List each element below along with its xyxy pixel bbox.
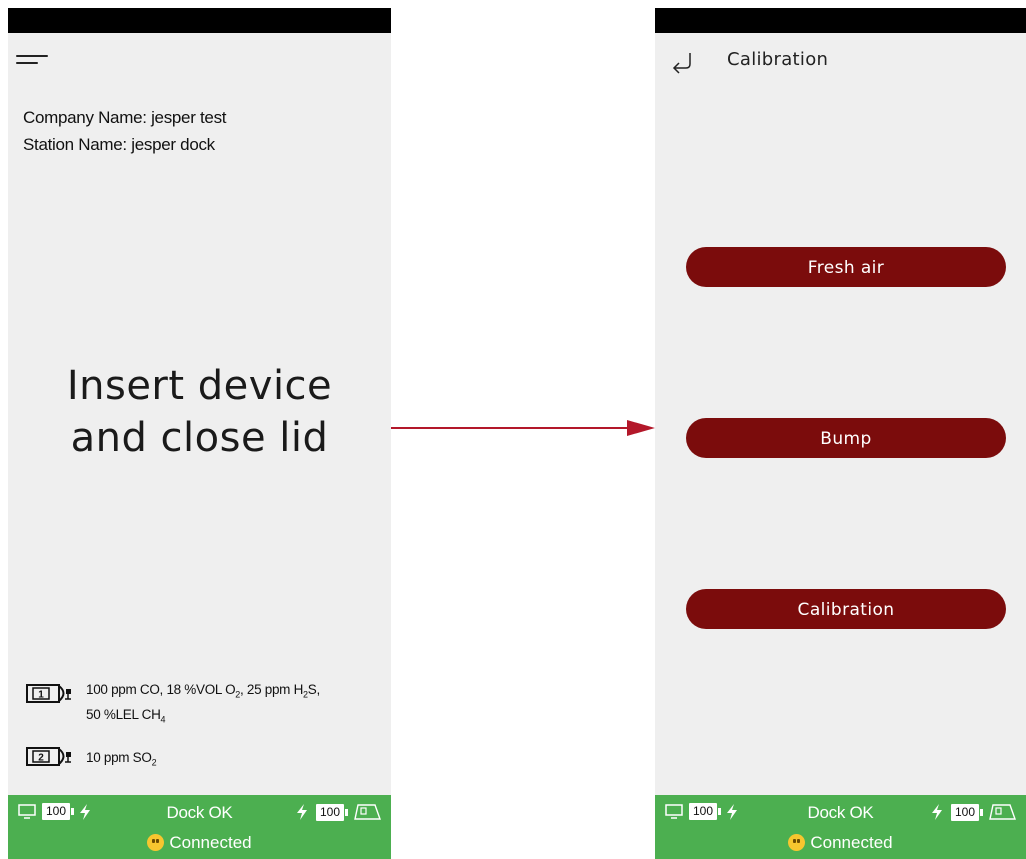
gas-mix-line2: 50 %LEL CH4 xyxy=(86,706,166,725)
back-arrow-icon[interactable] xyxy=(670,50,696,74)
lightning-icon xyxy=(931,804,942,820)
fresh-air-button[interactable]: Fresh air xyxy=(686,247,1006,287)
status-bar-top xyxy=(8,8,391,33)
gas-cylinder-icon: 2 xyxy=(26,747,71,766)
battery-level: 100 xyxy=(950,803,984,821)
hamburger-menu-icon[interactable] xyxy=(16,52,48,66)
gas-mix-line1: 100 ppm CO, 18 %VOL O2, 25 ppm H2S, xyxy=(86,682,320,700)
status-right-group: 100 xyxy=(295,803,381,821)
home-screen: Company Name: jesper test Station Name: … xyxy=(8,8,391,859)
smiley-icon xyxy=(147,834,165,851)
station-name: Station Name: jesper dock xyxy=(23,135,215,154)
connection-status: Connected xyxy=(655,832,1026,854)
device-icon xyxy=(354,804,381,820)
bump-button[interactable]: Bump xyxy=(686,418,1006,458)
device-icon xyxy=(989,804,1016,820)
company-name: Company Name: jesper test xyxy=(23,108,227,127)
gas-mix-text: 10 ppm SO2 xyxy=(86,743,157,773)
slot-number: 2 xyxy=(38,753,44,764)
gas-mix-text: 100 ppm CO, 18 %VOL O2, 25 ppm H2S, 50 %… xyxy=(86,680,320,729)
connection-status-text: Connected xyxy=(169,833,252,852)
insert-message-line2: and close lid xyxy=(70,415,329,461)
gas-cylinder-icon: 1 xyxy=(26,684,71,703)
calibration-screen: Calibration Fresh air Bump Calibration 1… xyxy=(655,8,1026,859)
page-title: Calibration xyxy=(727,49,829,70)
connection-status-text: Connected xyxy=(810,833,893,852)
battery-level: 100 xyxy=(315,803,349,821)
status-right-group: 100 xyxy=(930,803,1016,821)
dock-status-bar: 100 Dock OK 100 Connected xyxy=(655,795,1026,859)
station-info: Company Name: jesper test Station Name: … xyxy=(23,104,227,158)
flow-arrow-icon xyxy=(391,420,655,436)
connection-status: Connected xyxy=(8,832,391,854)
gas-mix-line1: 10 ppm SO2 xyxy=(86,750,157,768)
gas-slot-2: 2 10 ppm SO2 xyxy=(26,743,157,773)
lightning-icon xyxy=(296,804,307,820)
slot-number: 1 xyxy=(38,690,44,701)
smiley-icon xyxy=(788,834,806,851)
status-bar-top xyxy=(655,8,1026,33)
gas-slot-1: 1 100 ppm CO, 18 %VOL O2, 25 ppm H2S, 50… xyxy=(26,680,320,729)
calibration-button[interactable]: Calibration xyxy=(686,589,1006,629)
insert-message-line1: Insert device xyxy=(66,363,333,409)
dock-status-bar: 100 Dock OK 100 Connected xyxy=(8,795,391,859)
insert-device-message: Insert device and close lid xyxy=(8,360,391,464)
